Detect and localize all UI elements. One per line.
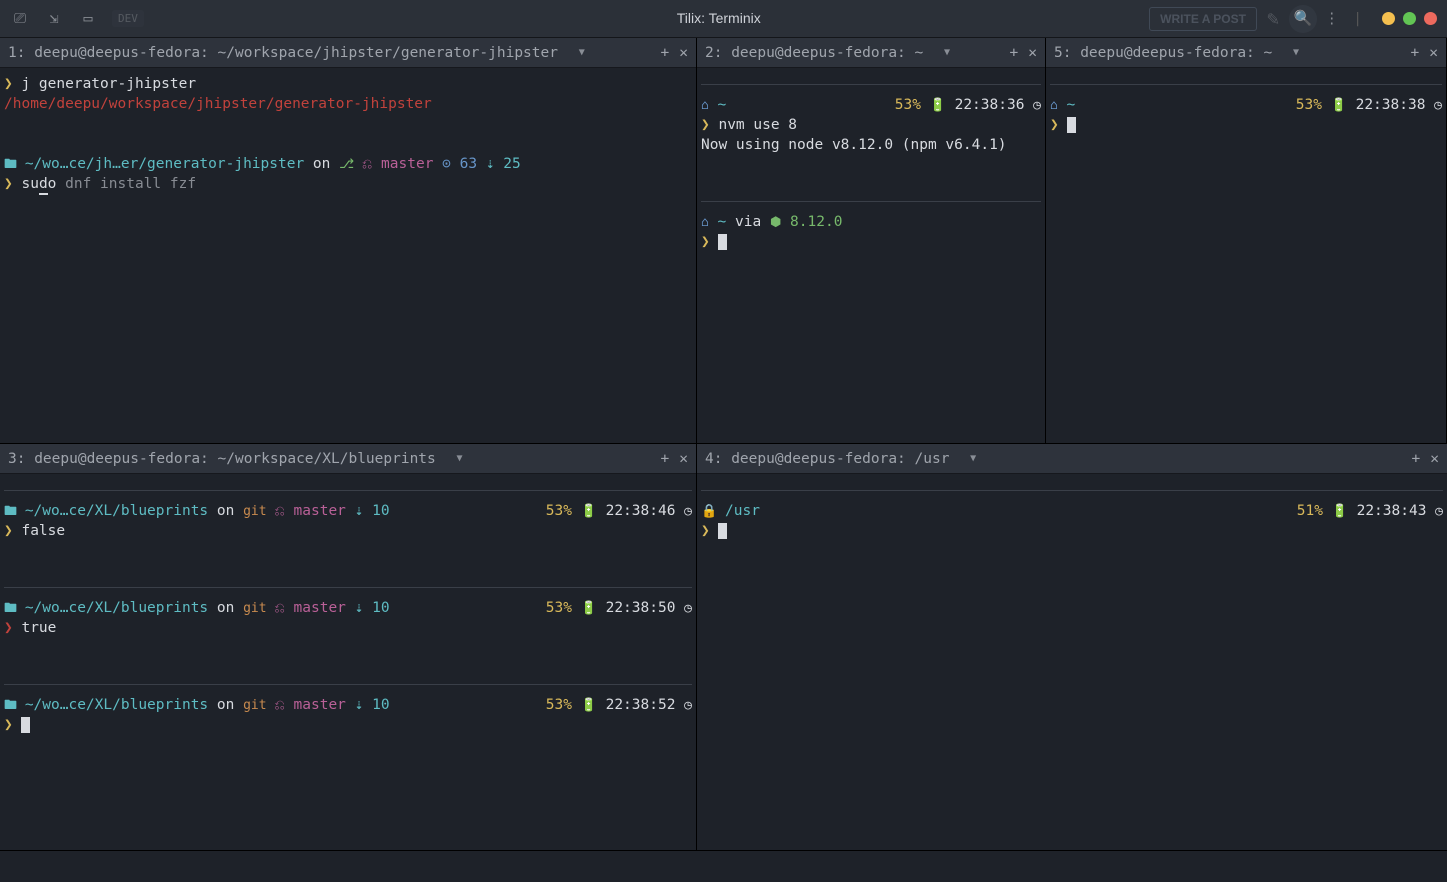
pane-add-icon[interactable]: + bbox=[1411, 43, 1420, 63]
cmd-text: nvm use 8 bbox=[718, 117, 797, 133]
folder-icon: 🖿 bbox=[4, 504, 25, 519]
home-icon: ⌂ bbox=[701, 98, 709, 113]
pane-4-tab[interactable]: 4: deepu@deepus-fedora: /usr ▼ + ✕ bbox=[697, 444, 1447, 474]
separator bbox=[1050, 84, 1442, 85]
pane-4-title: 4: deepu@deepus-fedora: /usr bbox=[705, 449, 949, 469]
pane-2-tab[interactable]: 2: deepu@deepus-fedora: ~ ▼ + ✕ bbox=[697, 38, 1045, 68]
clock-icon: ◷ bbox=[1033, 98, 1041, 113]
dropdown-icon[interactable]: ▼ bbox=[579, 46, 585, 60]
clock-icon: ◷ bbox=[1435, 504, 1443, 519]
window-titlebar: ⎚ ⇲ ▭ DEV Tilix: Terminix WRITE A POST ✎… bbox=[0, 0, 1447, 38]
pane-1-tab[interactable]: 1: deepu@deepus-fedora: ~/workspace/jhip… bbox=[0, 38, 696, 68]
pane-close-icon[interactable]: ✕ bbox=[679, 43, 688, 63]
separator bbox=[701, 490, 1443, 491]
home-icon: ⌂ bbox=[1050, 98, 1058, 113]
pane-close-icon[interactable]: ✕ bbox=[1430, 449, 1439, 469]
battery-icon: 🔋 bbox=[1332, 504, 1348, 519]
separator bbox=[4, 587, 692, 588]
pane-add-icon[interactable]: + bbox=[1412, 449, 1421, 469]
github-icon: ⎇ bbox=[339, 157, 362, 172]
pane-close-icon[interactable]: ✕ bbox=[1028, 43, 1037, 63]
pane-3-tab[interactable]: 3: deepu@deepus-fedora: ~/workspace/XL/b… bbox=[0, 444, 696, 474]
battery-icon: 🔋 bbox=[1331, 98, 1347, 113]
pane-add-icon[interactable]: + bbox=[661, 449, 670, 469]
separator bbox=[4, 684, 692, 685]
lock-icon: 🔒 bbox=[701, 504, 725, 519]
battery-icon: 🔋 bbox=[930, 98, 946, 113]
separator bbox=[701, 84, 1041, 85]
home-icon: ⌂ bbox=[701, 215, 709, 230]
dropdown-icon[interactable]: ▼ bbox=[944, 46, 950, 60]
pane-add-icon[interactable]: + bbox=[661, 43, 670, 63]
separator bbox=[701, 201, 1041, 202]
pane-2-title: 2: deepu@deepus-fedora: ~ bbox=[705, 43, 923, 63]
block-cursor bbox=[1067, 117, 1076, 133]
pane-1-terminal[interactable]: ❯ j generator-jhipster /home/deepu/works… bbox=[0, 68, 696, 443]
clock-icon: ◷ bbox=[684, 504, 692, 519]
path-output: /home/deepu/workspace/jhipster/generator… bbox=[4, 94, 692, 114]
battery-pct: 53% bbox=[895, 97, 921, 113]
battery-icon: 🔋 bbox=[581, 504, 597, 519]
menu-icon[interactable]: ⋮ bbox=[1324, 8, 1339, 29]
clock-text: 22:38:38 bbox=[1356, 97, 1426, 113]
terminal-grid: 1: deepu@deepus-fedora: ~/workspace/jhip… bbox=[0, 38, 1447, 882]
window-title: Tilix: Terminix bbox=[677, 9, 761, 28]
maximize-button[interactable] bbox=[1403, 12, 1416, 25]
pane-close-icon[interactable]: ✕ bbox=[1429, 43, 1438, 63]
pane-1[interactable]: 1: deepu@deepus-fedora: ~/workspace/jhip… bbox=[0, 38, 697, 444]
write-post-button-ghost: WRITE A POST bbox=[1149, 7, 1257, 32]
clock-text: 22:38:43 bbox=[1357, 503, 1427, 519]
node-icon: ⬢ bbox=[770, 215, 781, 230]
git-branch-icon: ⎌ bbox=[362, 157, 372, 172]
git-branch-icon: ⎌ bbox=[274, 504, 284, 519]
dropdown-icon[interactable]: ▼ bbox=[1293, 46, 1299, 60]
separator bbox=[4, 490, 692, 491]
window-controls bbox=[1382, 12, 1437, 25]
cursor: d bbox=[39, 176, 48, 195]
add-down-icon[interactable]: ⇲ bbox=[44, 9, 64, 29]
block-cursor bbox=[21, 717, 30, 733]
pwd-text: ~/wo…ce/jh…er/generator-jhipster bbox=[25, 156, 304, 172]
block-cursor bbox=[718, 234, 727, 250]
dropdown-icon[interactable]: ▼ bbox=[457, 452, 463, 466]
pane-2[interactable]: 2: deepu@deepus-fedora: ~ ▼ + ✕ ⌂ ~ 53% 🔋… bbox=[697, 38, 1046, 444]
battery-pct: 51% bbox=[1297, 503, 1323, 519]
pane-5[interactable]: 5: deepu@deepus-fedora: ~ ▼ + ✕ ⌂ ~ 53% 🔋… bbox=[1046, 38, 1447, 444]
pane-close-icon[interactable]: ✕ bbox=[679, 449, 688, 469]
pane-add-icon[interactable]: + bbox=[1010, 43, 1019, 63]
dev-chip: DEV bbox=[112, 10, 144, 27]
minimize-button[interactable] bbox=[1382, 12, 1395, 25]
output-text: Now using node v8.12.0 (npm v6.4.1) bbox=[701, 135, 1041, 155]
pane-3-title: 3: deepu@deepus-fedora: ~/workspace/XL/b… bbox=[8, 449, 436, 469]
git-icon: git bbox=[243, 504, 274, 519]
pane-5-terminal[interactable]: ⌂ ~ 53% 🔋 22:38:38 ◷ ❯ bbox=[1046, 68, 1446, 443]
pane-1-title: 1: deepu@deepus-fedora: ~/workspace/jhip… bbox=[8, 43, 558, 63]
pane-5-title: 5: deepu@deepus-fedora: ~ bbox=[1054, 43, 1272, 63]
pane-4[interactable]: 4: deepu@deepus-fedora: /usr ▼ + ✕ 🔒 /usr… bbox=[697, 444, 1447, 851]
battery-pct: 53% bbox=[1296, 97, 1322, 113]
suggestion-text: dnf install fzf bbox=[56, 176, 196, 192]
pane-3[interactable]: 3: deepu@deepus-fedora: ~/workspace/XL/b… bbox=[0, 444, 697, 851]
pane-3-terminal[interactable]: 🖿 ~/wo…ce/XL/blueprints on git ⎌ master … bbox=[0, 474, 696, 850]
folder-icon: 🖿 bbox=[4, 157, 25, 172]
block-cursor bbox=[718, 523, 727, 539]
close-button[interactable] bbox=[1424, 12, 1437, 25]
clock-text: 22:38:36 bbox=[955, 97, 1025, 113]
split-icon[interactable]: ▭ bbox=[78, 9, 98, 29]
pane-2-terminal[interactable]: ⌂ ~ 53% 🔋 22:38:36 ◷ ❯ nvm use 8 Now usi… bbox=[697, 68, 1045, 443]
dropdown-icon[interactable]: ▼ bbox=[970, 452, 976, 466]
pwd-text: /usr bbox=[725, 503, 760, 519]
folder-icon: 🖿 bbox=[4, 698, 25, 713]
folder-icon: 🖿 bbox=[4, 601, 25, 616]
new-session-icon[interactable]: ⎚ bbox=[10, 9, 30, 29]
avatar-ghost bbox=[1289, 5, 1317, 33]
pane-5-tab[interactable]: 5: deepu@deepus-fedora: ~ ▼ + ✕ bbox=[1046, 38, 1446, 68]
pane-4-terminal[interactable]: 🔒 /usr 51% 🔋 22:38:43 ◷ ❯ bbox=[697, 474, 1447, 850]
cmd-text: j generator-jhipster bbox=[21, 76, 196, 92]
background-browser-ui: WRITE A POST ✎ bbox=[1149, 5, 1317, 33]
clock-icon: ◷ bbox=[1434, 98, 1442, 113]
titlebar-left: ⎚ ⇲ ▭ DEV bbox=[10, 9, 144, 29]
